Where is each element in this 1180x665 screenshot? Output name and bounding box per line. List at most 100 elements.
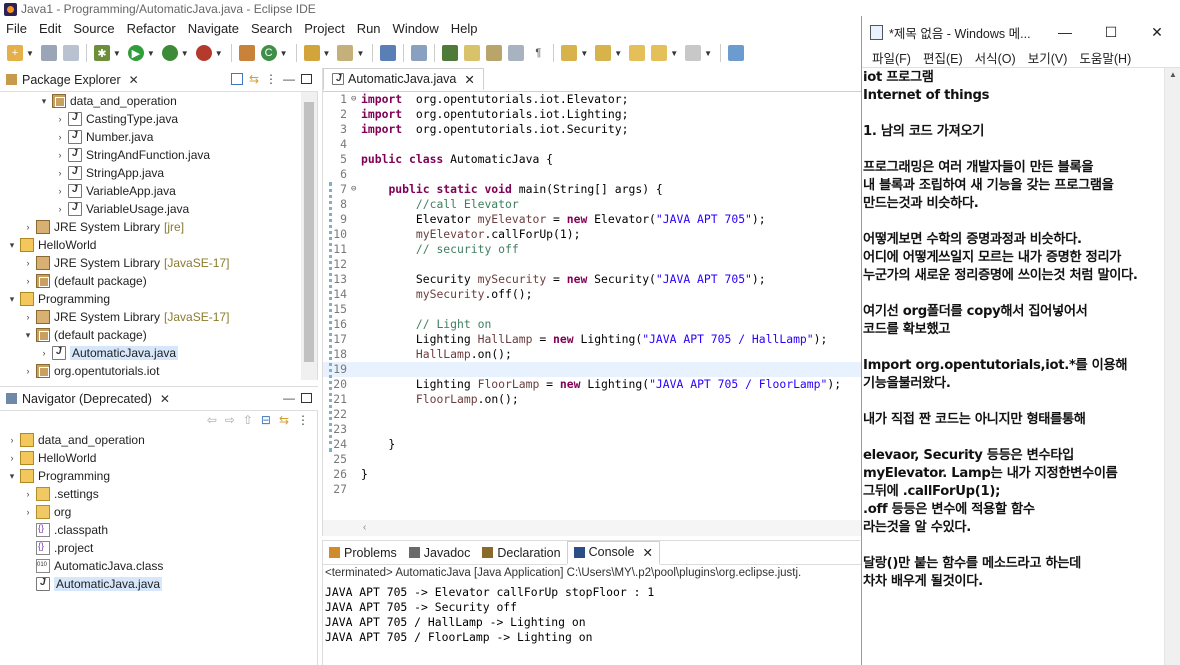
scroll-left-icon[interactable]: ‹: [363, 522, 366, 533]
code-line[interactable]: 1 ⊖ import org.opentutorials.iot.Elevator;: [323, 92, 861, 107]
close-icon[interactable]: ✕: [464, 72, 474, 87]
back-arrow-icon[interactable]: ⇦: [207, 413, 217, 427]
mark-occurrences-icon[interactable]: [442, 45, 459, 61]
chevron-down-icon[interactable]: ▼: [215, 49, 223, 58]
menu-run[interactable]: Run: [351, 21, 387, 36]
collapse-chevron-icon[interactable]: ›: [22, 276, 34, 286]
tree-item[interactable]: › Number.java: [0, 128, 300, 146]
chevron-down-icon[interactable]: ▼: [26, 49, 34, 58]
chevron-down-icon[interactable]: ▼: [356, 49, 364, 58]
package-explorer-scrollbar[interactable]: [301, 92, 317, 380]
package-explorer-tab[interactable]: Package Explorer ✕: [0, 73, 145, 87]
menu-refactor[interactable]: Refactor: [121, 21, 182, 36]
tree-item[interactable]: ▾ (default package): [0, 326, 300, 344]
menu-window[interactable]: Window: [387, 21, 445, 36]
code-line[interactable]: 27: [323, 482, 861, 497]
code-line[interactable]: 16 // Light on: [323, 317, 861, 332]
expand-chevron-icon[interactable]: ▾: [38, 96, 50, 107]
maximize-icon[interactable]: ☐: [1088, 24, 1134, 41]
tree-item[interactable]: › data_and_operation: [0, 431, 300, 449]
tree-item[interactable]: › StringAndFunction.java: [0, 146, 300, 164]
scroll-up-icon[interactable]: ▲: [1169, 70, 1177, 79]
collapse-all-icon[interactable]: [230, 73, 243, 85]
tree-item[interactable]: › JRE System Library [jre]: [0, 218, 300, 236]
up-icon[interactable]: ⇧: [243, 413, 253, 427]
close-icon[interactable]: ✕: [160, 392, 170, 406]
pilcrow-icon[interactable]: ¶: [530, 45, 547, 61]
code-line[interactable]: 19: [323, 362, 861, 377]
menu-project[interactable]: Project: [298, 21, 350, 36]
collapse-chevron-icon[interactable]: ›: [22, 366, 34, 376]
code-line[interactable]: 11 // security off: [323, 242, 861, 257]
forward-arrow-icon[interactable]: ⇨: [225, 413, 235, 427]
chevron-down-icon[interactable]: ▼: [670, 49, 678, 58]
view-menu-icon[interactable]: ⋮: [265, 72, 277, 86]
minimize-icon[interactable]: —: [283, 72, 295, 86]
new-icon[interactable]: +: [7, 45, 23, 61]
run-icon[interactable]: ▶: [127, 45, 144, 61]
tab-problems[interactable]: Problems: [323, 541, 403, 565]
minimize-icon[interactable]: —: [1042, 24, 1088, 40]
highlight-icon[interactable]: [464, 45, 481, 61]
last-edit-icon[interactable]: [629, 45, 646, 61]
chevron-down-icon[interactable]: ▼: [181, 49, 189, 58]
save-icon[interactable]: [40, 45, 57, 61]
chevron-down-icon[interactable]: ▼: [580, 49, 588, 58]
tree-item[interactable]: › JRE System Library [JavaSE-17]: [0, 308, 300, 326]
code-line[interactable]: 14 mySecurity.off();: [323, 287, 861, 302]
collapse-chevron-icon[interactable]: ›: [54, 168, 66, 178]
collapse-chevron-icon[interactable]: ›: [54, 132, 66, 142]
code-line[interactable]: 18 HallLamp.on();: [323, 347, 861, 362]
collapse-chevron-icon[interactable]: ›: [38, 348, 50, 358]
chevron-down-icon[interactable]: ▼: [614, 49, 622, 58]
console-icon[interactable]: [380, 45, 397, 61]
menu-navigate[interactable]: Navigate: [182, 21, 245, 36]
chevron-down-icon[interactable]: ▼: [704, 49, 712, 58]
minimize-icon[interactable]: —: [283, 391, 295, 405]
tree-item[interactable]: › HelloWorld: [0, 449, 300, 467]
chevron-down-icon[interactable]: ▼: [323, 49, 331, 58]
tree-item[interactable]: AutomaticJava.java: [0, 575, 300, 593]
back-icon[interactable]: [651, 45, 668, 61]
code-line[interactable]: 6: [323, 167, 861, 182]
code-line[interactable]: 10 myElevator.callForUp(1);: [323, 227, 861, 242]
menu-file[interactable]: File: [0, 21, 33, 36]
editor-tab-automaticjava[interactable]: AutomaticJava.java ✕: [323, 68, 484, 91]
editor-horizontal-scrollbar[interactable]: ‹: [323, 520, 861, 536]
tree-item[interactable]: ▾ Programming: [0, 290, 300, 308]
open-type-icon[interactable]: [303, 45, 320, 61]
code-line[interactable]: 9 Elevator myElevator = new Elevator("JA…: [323, 212, 861, 227]
menu-edit[interactable]: Edit: [33, 21, 67, 36]
code-line[interactable]: 5 public class AutomaticJava {: [323, 152, 861, 167]
view-menu-icon[interactable]: ⋮: [297, 413, 309, 427]
close-icon[interactable]: ✕: [642, 545, 652, 560]
external-tools-icon[interactable]: [195, 45, 212, 61]
collapse-chevron-icon[interactable]: ›: [6, 435, 18, 445]
chevron-down-icon[interactable]: ▼: [280, 49, 288, 58]
code-line[interactable]: 24 }: [323, 437, 861, 452]
collapse-chevron-icon[interactable]: ›: [22, 507, 34, 517]
tab-javadoc[interactable]: Javadoc: [403, 541, 477, 565]
next-annotation-icon[interactable]: [561, 45, 578, 61]
close-icon[interactable]: ✕: [129, 73, 139, 87]
code-line[interactable]: 13 Security mySecurity = new Security("J…: [323, 272, 861, 287]
code-line[interactable]: 26}: [323, 467, 861, 482]
code-line[interactable]: 25: [323, 452, 861, 467]
expand-chevron-icon[interactable]: ▾: [6, 294, 18, 305]
code-line[interactable]: 21 FloorLamp.on();: [323, 392, 861, 407]
save-all-icon[interactable]: [62, 45, 79, 61]
link-with-editor-icon[interactable]: ⇆: [279, 413, 289, 427]
block-select-icon[interactable]: [486, 45, 503, 61]
fold-icon[interactable]: ⊖: [351, 182, 361, 197]
chevron-down-icon[interactable]: ▼: [113, 49, 121, 58]
collapse-chevron-icon[interactable]: ›: [22, 489, 34, 499]
notepad-menu-item[interactable]: 도움말(H): [1073, 48, 1137, 67]
collapse-chevron-icon[interactable]: ›: [54, 186, 66, 196]
code-line[interactable]: 12: [323, 257, 861, 272]
notepad-menu-item[interactable]: 편집(E): [917, 48, 969, 67]
tab-console[interactable]: Console ✕: [566, 540, 660, 565]
notepad-menu-item[interactable]: 서식(O): [969, 48, 1022, 67]
tree-item[interactable]: › VariableApp.java: [0, 182, 300, 200]
tree-item[interactable]: › org: [0, 503, 300, 521]
tree-item[interactable]: › VariableUsage.java: [0, 200, 300, 218]
